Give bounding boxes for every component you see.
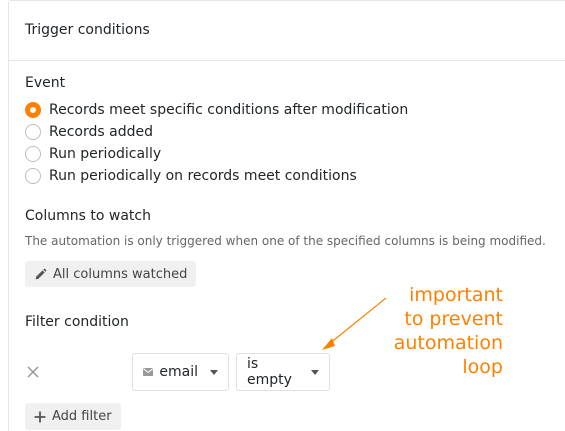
- filter-column-value: email: [159, 364, 198, 380]
- annotation-note: important to prevent automation loop: [394, 283, 503, 379]
- filter-condition-label: Filter condition: [25, 314, 129, 330]
- chevron-down-icon: [210, 369, 218, 375]
- add-filter-button[interactable]: Add filter: [25, 403, 121, 430]
- event-option-label: Records meet specific conditions after m…: [49, 102, 409, 118]
- event-option-records-added[interactable]: Records added: [25, 122, 153, 142]
- pencil-icon: [35, 268, 47, 279]
- email-field-icon: [143, 368, 154, 376]
- all-columns-watched-button[interactable]: All columns watched: [25, 261, 197, 287]
- radio-button-selected[interactable]: [25, 102, 41, 118]
- annotation-line: automation: [393, 332, 503, 354]
- chevron-down-icon: [311, 369, 319, 375]
- columns-help-text: The automation is only triggered when on…: [25, 234, 546, 248]
- panel-header: Trigger conditions: [9, 1, 565, 61]
- radio-button[interactable]: [25, 168, 41, 184]
- annotation-line: to prevent: [404, 308, 503, 330]
- event-option-run-periodically[interactable]: Run periodically: [25, 144, 161, 164]
- event-option-run-periodically-on-conditions[interactable]: Run periodically on records meet conditi…: [25, 166, 357, 186]
- event-option-label: Run periodically on records meet conditi…: [49, 168, 357, 184]
- filter-column-select[interactable]: email: [132, 353, 229, 391]
- columns-to-watch-label: Columns to watch: [25, 208, 151, 224]
- filter-operator-select[interactable]: is empty: [236, 353, 330, 391]
- event-option-label: Records added: [49, 124, 153, 140]
- radio-button[interactable]: [25, 124, 41, 140]
- all-columns-watched-label: All columns watched: [53, 266, 188, 282]
- annotation-line: important: [409, 284, 503, 306]
- event-label: Event: [25, 75, 66, 91]
- event-option-conditions-after-modification[interactable]: Records meet specific conditions after m…: [25, 100, 408, 120]
- radio-button[interactable]: [25, 146, 41, 162]
- annotation-line: loop: [462, 356, 503, 378]
- add-filter-label: Add filter: [52, 409, 112, 424]
- remove-filter-icon[interactable]: [25, 364, 41, 380]
- plus-icon: [34, 411, 46, 422]
- event-option-label: Run periodically: [49, 146, 162, 162]
- filter-operator-value: is empty: [247, 356, 292, 388]
- panel-title: Trigger conditions: [25, 22, 150, 38]
